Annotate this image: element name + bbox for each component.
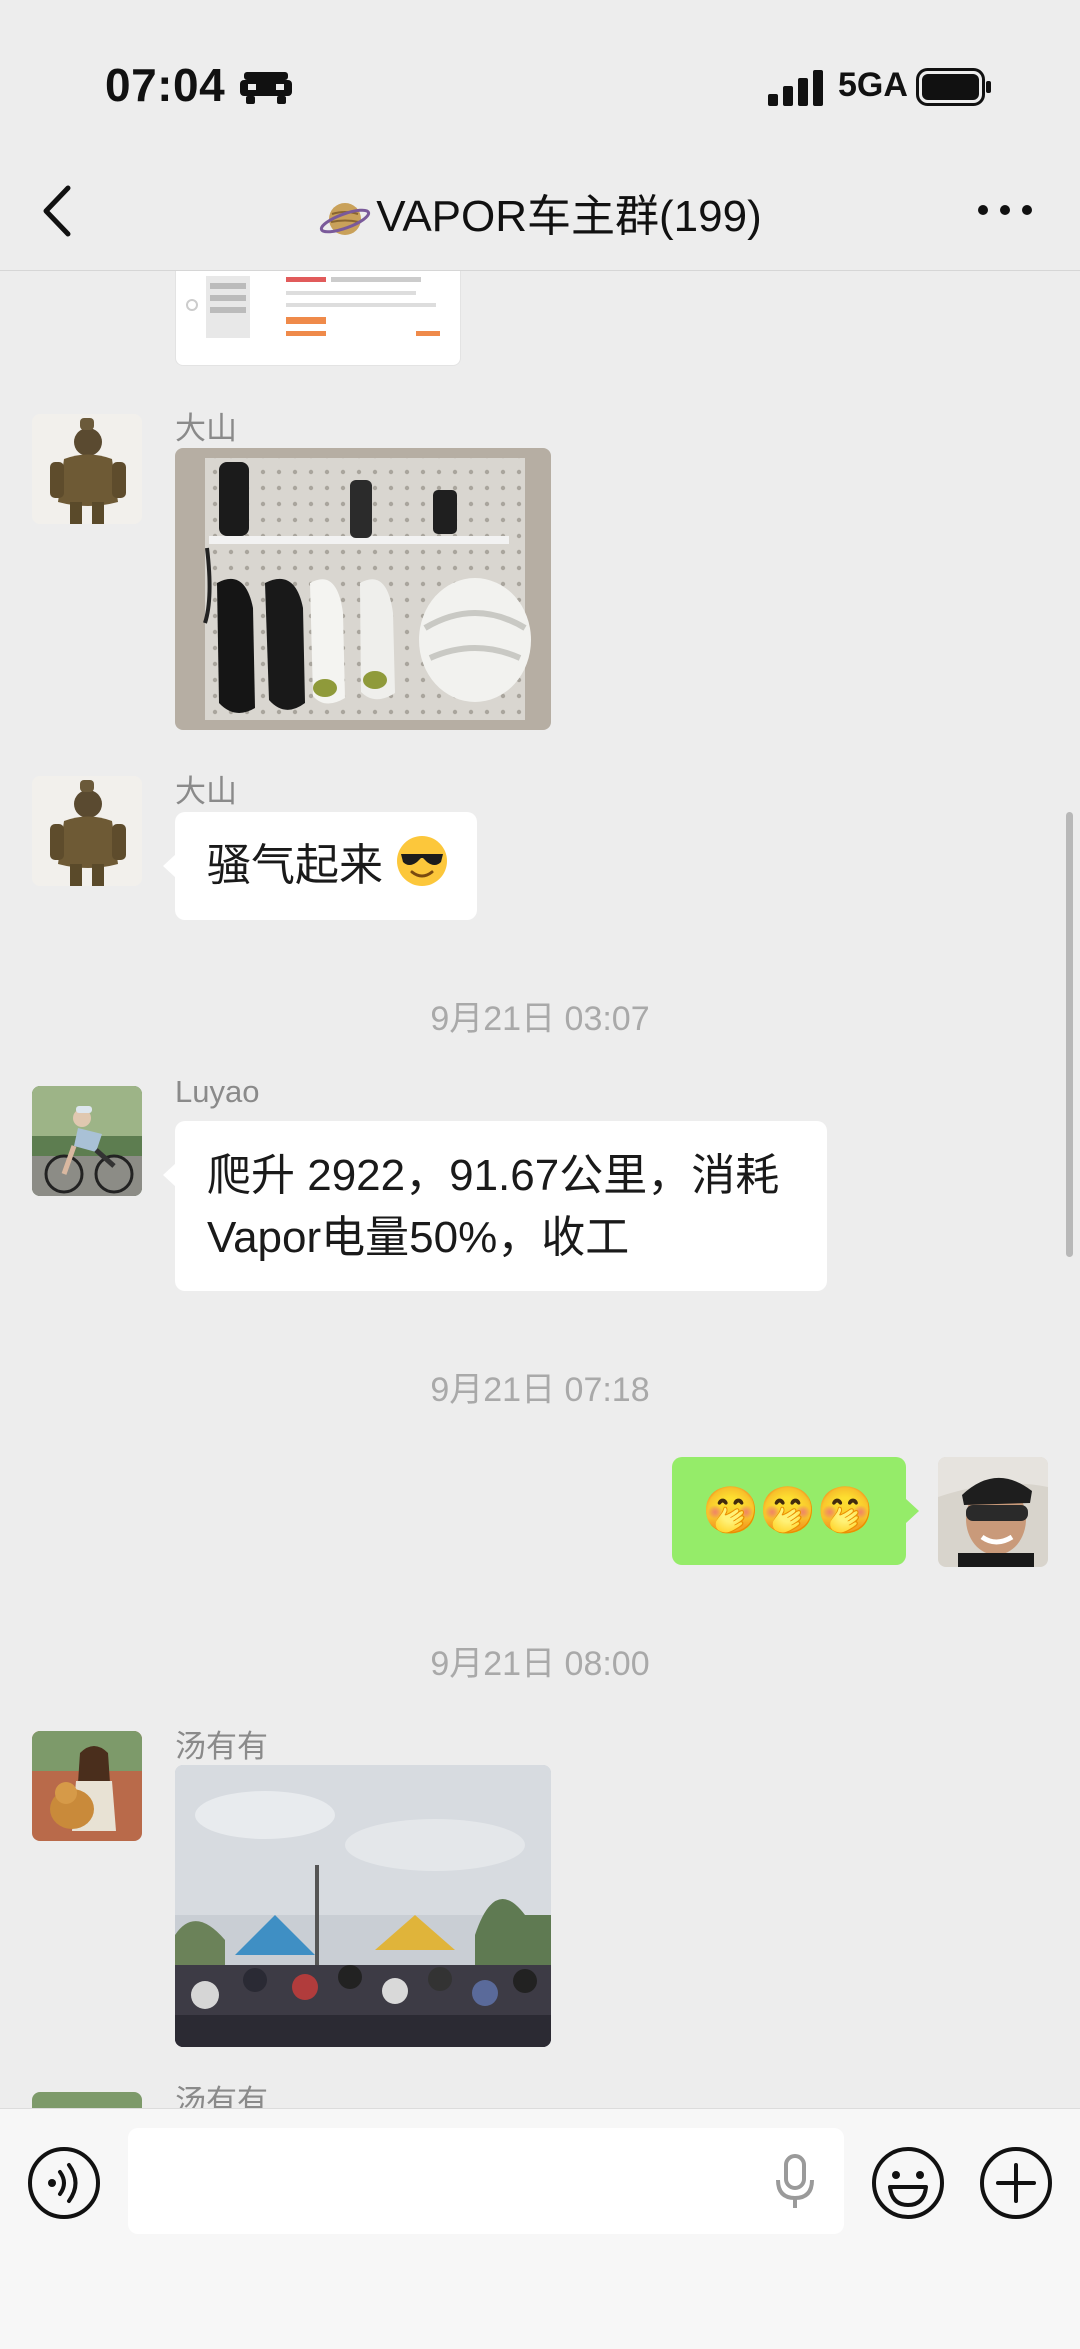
chat-title: VAPOR车主群(199) bbox=[0, 180, 1080, 246]
planet-icon bbox=[320, 203, 371, 236]
sender-name: 大山 bbox=[175, 774, 237, 809]
self-avatar[interactable] bbox=[938, 1457, 1048, 1567]
message-text-line: Vapor电量50%，收工 bbox=[207, 1213, 630, 1262]
avatar[interactable] bbox=[32, 414, 142, 524]
plus-icon bbox=[980, 2147, 1052, 2219]
message-input[interactable] bbox=[128, 2128, 844, 2234]
avatar[interactable] bbox=[32, 2092, 142, 2108]
plus-button[interactable] bbox=[978, 2145, 1054, 2221]
sender-name: Luyao bbox=[175, 1074, 260, 1109]
voice-icon bbox=[28, 2147, 100, 2219]
text-bubble[interactable]: 骚气起来 bbox=[175, 812, 477, 920]
timestamp: 9月21日 08:00 bbox=[430, 1645, 650, 1683]
image-message-partial[interactable] bbox=[175, 271, 461, 366]
scroll-indicator[interactable] bbox=[1066, 812, 1073, 1257]
voice-toggle-button[interactable] bbox=[26, 2145, 102, 2221]
photo-cycling-crowd bbox=[175, 1765, 551, 2047]
bubble-tail bbox=[906, 1499, 919, 1523]
more-dots-icon bbox=[978, 205, 1032, 215]
self-text-bubble[interactable]: 🤭🤭🤭 bbox=[672, 1457, 906, 1565]
sender-name: 汤有有 bbox=[175, 1729, 268, 1764]
message-emoji: 🤭🤭🤭 bbox=[702, 1484, 874, 1536]
mic-icon[interactable] bbox=[772, 2152, 818, 2212]
avatar[interactable] bbox=[32, 1086, 142, 1196]
sender-name: 大山 bbox=[175, 411, 237, 446]
chat-title-text: VAPOR车主群(199) bbox=[376, 192, 762, 241]
network-label: 5GA bbox=[838, 66, 908, 104]
message-text-line: 爬升 2922，91.67公里，消耗 bbox=[207, 1151, 780, 1200]
sender-name-clip: 汤有有 bbox=[175, 2076, 375, 2108]
status-time: 07:04 bbox=[105, 59, 226, 111]
image-message[interactable] bbox=[175, 448, 551, 730]
timestamp: 9月21日 07:18 bbox=[430, 1371, 650, 1409]
battery-icon bbox=[916, 68, 991, 106]
text-bubble[interactable]: 爬升 2922，91.67公里，消耗 Vapor电量50%，收工 bbox=[175, 1121, 827, 1291]
image-message[interactable] bbox=[175, 1765, 551, 2047]
car-icon bbox=[240, 72, 292, 104]
message-text: 骚气起来 bbox=[207, 841, 383, 890]
photo-shoes-helmet bbox=[175, 448, 551, 730]
sender-name: 汤有有 bbox=[175, 2084, 268, 2108]
avatar[interactable] bbox=[32, 1731, 142, 1841]
avatar[interactable] bbox=[32, 776, 142, 886]
more-button[interactable] bbox=[970, 190, 1040, 230]
nav-divider bbox=[0, 270, 1080, 271]
sunglasses-emoji-icon bbox=[397, 836, 448, 886]
signal-icon bbox=[768, 70, 823, 106]
screenshot-thumbnail bbox=[186, 276, 440, 338]
timestamp: 9月21日 03:07 bbox=[430, 1000, 650, 1038]
emoji-icon bbox=[872, 2147, 944, 2219]
emoji-button[interactable] bbox=[870, 2145, 946, 2221]
